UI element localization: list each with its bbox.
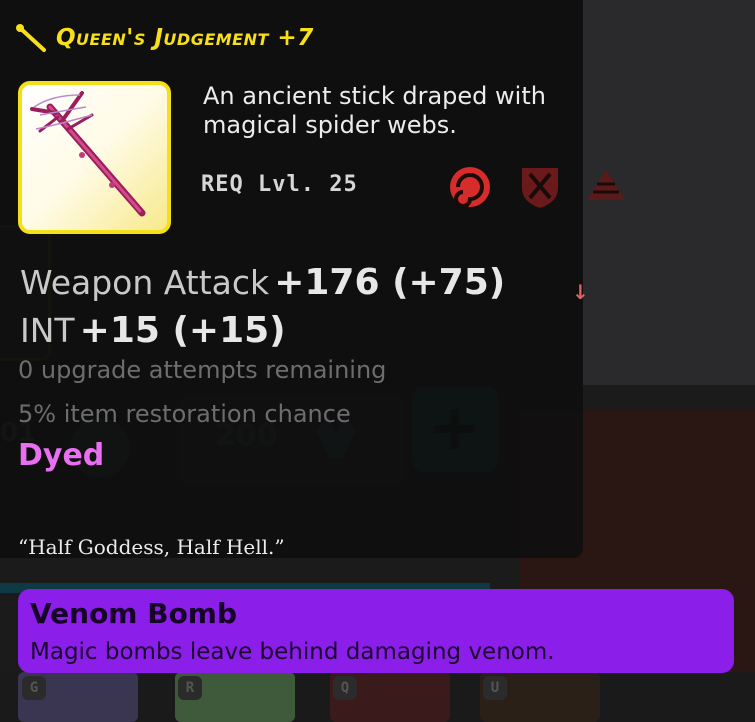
ability-banner: Venom Bomb Magic bombs leave behind dama… xyxy=(18,589,734,673)
ability-name: Venom Bomb xyxy=(30,597,238,630)
shield-icon xyxy=(522,168,558,208)
hotkey-label: U xyxy=(483,676,507,700)
triangle-icon xyxy=(587,170,625,200)
item-image xyxy=(18,81,171,234)
arrow-down-icon: ↓ xyxy=(572,280,589,304)
item-name: Queen's Judgement +7 xyxy=(56,25,314,51)
spider-staff-icon xyxy=(30,91,146,217)
stat-value: +176 (+75) xyxy=(274,262,506,303)
staff-icon xyxy=(16,24,46,52)
item-tooltip: Queen's Judgement +7 An ancient stick dr… xyxy=(0,0,625,559)
hotkey-label: G xyxy=(22,676,46,700)
restoration-chance: 5% item restoration chance xyxy=(18,400,351,428)
stat-int: INT +15 (+15) xyxy=(20,310,286,351)
stat-label: INT xyxy=(20,311,75,350)
hotkey-label: R xyxy=(178,676,202,700)
stat-weapon-attack: Weapon Attack +176 (+75) xyxy=(20,262,505,303)
level-requirement: REQ Lvl. 25 xyxy=(201,172,358,197)
item-title-row: Queen's Judgement +7 xyxy=(14,22,314,54)
stat-value: +15 (+15) xyxy=(79,310,286,351)
stat-label: Weapon Attack xyxy=(20,263,270,302)
item-quote: “Half Goddess, Half Hell.” xyxy=(18,535,285,559)
upgrade-attempts: 0 upgrade attempts remaining xyxy=(18,356,387,384)
dyed-label: Dyed xyxy=(18,438,105,473)
swirl-icon xyxy=(450,167,490,208)
item-description: An ancient stick draped with magical spi… xyxy=(203,82,546,139)
hotkey-label: Q xyxy=(333,676,357,700)
ability-description: Magic bombs leave behind damaging venom. xyxy=(30,639,555,665)
